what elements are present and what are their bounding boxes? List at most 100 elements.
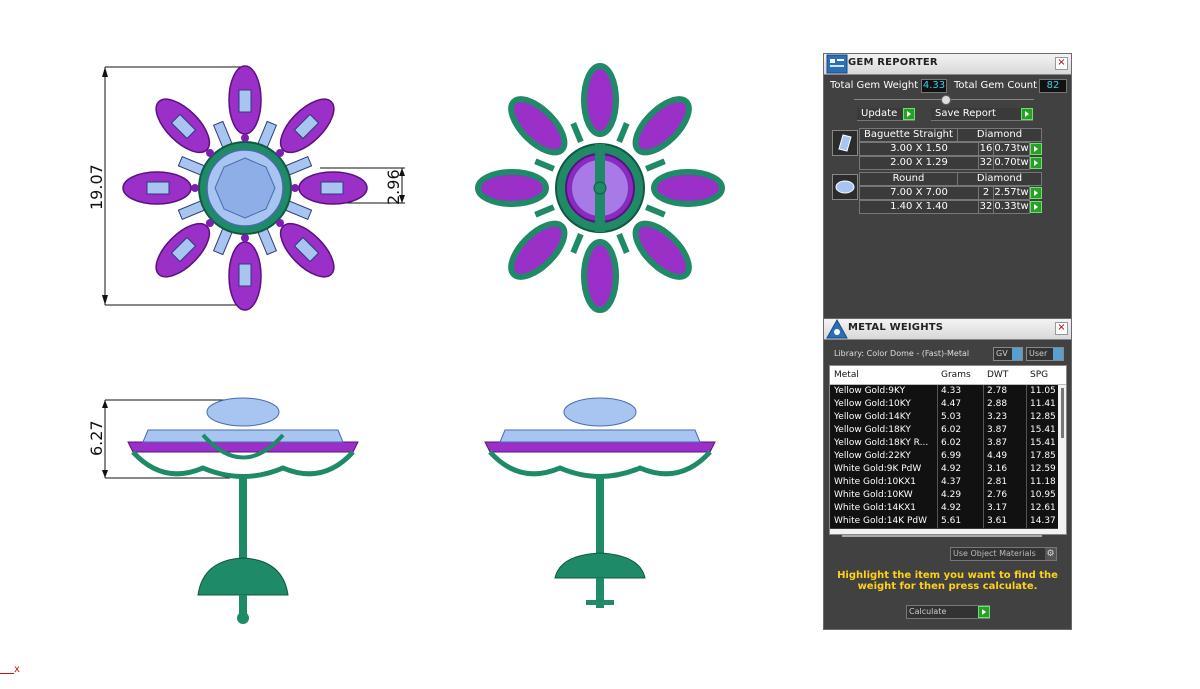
- table-row[interactable]: Yellow Gold:10KY 4.47 2.88 11.41: [830, 398, 1058, 412]
- gem-row-go-icon[interactable]: [1030, 201, 1042, 213]
- column-divider: [1026, 411, 1027, 424]
- save-report-go-icon[interactable]: [1021, 108, 1033, 120]
- total-gem-weight-label: Total Gem Weight: [830, 80, 919, 91]
- table-row[interactable]: Yellow Gold:22KY 6.99 4.49 17.85: [830, 450, 1058, 464]
- table-cell-dwt: 2.78: [987, 386, 1008, 396]
- table-cell-grams: 6.99: [941, 451, 962, 461]
- table-row[interactable]: Yellow Gold:18KY R... 6.02 3.87 15.41: [830, 437, 1058, 451]
- table-cell-metal: Yellow Gold:14KY: [834, 412, 911, 422]
- table-row[interactable]: Yellow Gold:9KY 4.33 2.78 11.05: [830, 385, 1058, 399]
- side-view-back[interactable]: [460, 390, 740, 630]
- gem-reporter-title: GEM REPORTER: [848, 57, 938, 68]
- table-cell-grams: 4.92: [941, 464, 962, 474]
- save-report-button[interactable]: Save Report: [931, 108, 1033, 121]
- table-row[interactable]: White Gold:10KW 4.29 2.76 10.95: [830, 489, 1058, 503]
- table-cell-dwt: 4.49: [987, 451, 1008, 461]
- horizontal-scrollbar[interactable]: [842, 535, 1042, 537]
- chevron-down-icon: [1053, 348, 1063, 360]
- gem-count-cell[interactable]: 2: [978, 186, 994, 200]
- total-gem-weight-value: 4.33: [921, 79, 947, 93]
- table-cell-grams: 5.61: [941, 516, 962, 526]
- baguette-gem-icon: [832, 130, 858, 156]
- gem-row-go-icon[interactable]: [1030, 143, 1042, 155]
- table-cell-spg: 15.41: [1030, 425, 1056, 435]
- slider-handle[interactable]: [941, 95, 951, 105]
- back-view[interactable]: [470, 60, 730, 320]
- column-header[interactable]: DWT: [987, 370, 1008, 380]
- gem-size-cell[interactable]: 2.00 X 1.29: [859, 156, 979, 170]
- metal-weights-title: METAL WEIGHTS: [848, 322, 944, 333]
- column-divider: [937, 450, 938, 463]
- user-select[interactable]: User: [1026, 347, 1064, 361]
- column-divider: [1026, 398, 1027, 411]
- gem-shape-cell[interactable]: Baguette Straight: [859, 128, 958, 142]
- gem-row-go-icon[interactable]: [1030, 187, 1042, 199]
- gem-count-cell[interactable]: 32: [978, 200, 994, 214]
- close-icon[interactable]: ×: [1055, 322, 1068, 335]
- gem-shape-cell[interactable]: Round: [859, 172, 958, 186]
- metal-table[interactable]: Metal Grams DWT SPG Yellow Gold:9KY 4.33 2…: [829, 365, 1067, 535]
- column-divider: [983, 489, 984, 502]
- table-cell-grams: 4.47: [941, 399, 962, 409]
- table-cell-metal: Yellow Gold:22KY: [834, 451, 911, 461]
- side-view-with-dimension[interactable]: 6.27: [80, 390, 380, 630]
- column-header[interactable]: Metal: [834, 370, 859, 380]
- table-cell-dwt: 3.16: [987, 464, 1008, 474]
- column-header[interactable]: Grams: [941, 370, 971, 380]
- gem-count-cell[interactable]: 32: [978, 156, 994, 170]
- gem-reporter-titlebar[interactable]: GEM REPORTER ×: [824, 54, 1071, 75]
- table-cell-dwt: 3.87: [987, 425, 1008, 435]
- table-cell-grams: 4.29: [941, 490, 962, 500]
- gem-count-cell[interactable]: 16: [978, 142, 994, 156]
- table-row[interactable]: Yellow Gold:14KY 5.03 3.23 12.85: [830, 411, 1058, 425]
- column-divider: [937, 502, 938, 515]
- column-header[interactable]: SPG: [1030, 370, 1048, 380]
- update-go-icon[interactable]: [903, 108, 915, 120]
- gem-size-cell[interactable]: 1.40 X 1.40: [859, 200, 979, 214]
- gem-size-cell[interactable]: 3.00 X 1.50: [859, 142, 979, 156]
- column-divider: [1026, 450, 1027, 463]
- column-divider: [983, 411, 984, 424]
- library-label: Library: Color Dome - (Fast)-Metal: [834, 349, 970, 358]
- use-object-materials-select[interactable]: Use Object Materials ⚙: [950, 547, 1057, 561]
- cad-viewport[interactable]: 19.07 2.96 6.27 x: [0, 0, 815, 689]
- table-row[interactable]: White Gold:14KX1 4.92 3.17 12.61: [830, 502, 1058, 516]
- column-divider: [937, 515, 938, 528]
- table-row[interactable]: White Gold:14K PdW 5.61 3.61 14.37: [830, 515, 1058, 529]
- table-row[interactable]: White Gold:10KX1 4.37 2.81 11.18: [830, 476, 1058, 490]
- table-cell-dwt: 3.17: [987, 503, 1008, 513]
- table-cell-grams: 5.03: [941, 412, 962, 422]
- gem-weight-cell[interactable]: 0.73tw: [993, 142, 1030, 156]
- gem-row-go-icon[interactable]: [1030, 157, 1042, 169]
- save-report-button-label: Save Report: [935, 108, 996, 119]
- table-cell-dwt: 3.23: [987, 412, 1008, 422]
- table-cell-dwt: 2.76: [987, 490, 1008, 500]
- close-icon[interactable]: ×: [1055, 57, 1068, 70]
- gear-icon[interactable]: ⚙: [1045, 548, 1056, 560]
- gem-weight-cell[interactable]: 0.70tw: [993, 156, 1030, 170]
- calculate-go-icon[interactable]: [978, 606, 990, 618]
- column-divider: [983, 424, 984, 437]
- table-row[interactable]: White Gold:9K PdW 4.92 3.16 12.59: [830, 463, 1058, 477]
- column-divider: [983, 476, 984, 489]
- table-cell-grams: 6.02: [941, 438, 962, 448]
- gv-select[interactable]: GV: [993, 347, 1023, 361]
- metal-weights-panel: METAL WEIGHTS × Library: Color Dome - (F…: [823, 318, 1072, 630]
- table-cell-spg: 11.18: [1030, 477, 1056, 487]
- vertical-scrollbar[interactable]: [1061, 388, 1064, 438]
- gem-reporter-logo-icon: [826, 54, 848, 74]
- chevron-down-icon: [1012, 348, 1022, 360]
- gem-reporter-panel: GEM REPORTER × Total Gem Weight 4.33 Tot…: [823, 53, 1072, 320]
- gem-material-cell[interactable]: Diamond: [957, 128, 1042, 142]
- top-view-with-dimensions[interactable]: 19.07 2.96: [80, 60, 420, 320]
- table-cell-grams: 6.02: [941, 425, 962, 435]
- gem-material-cell[interactable]: Diamond: [957, 172, 1042, 186]
- table-row[interactable]: Yellow Gold:18KY 6.02 3.87 15.41: [830, 424, 1058, 438]
- table-cell-metal: White Gold:9K PdW: [834, 464, 922, 474]
- metal-weights-titlebar[interactable]: METAL WEIGHTS ×: [824, 319, 1071, 340]
- table-cell-metal: Yellow Gold:18KY R...: [834, 438, 929, 448]
- gem-size-cell[interactable]: 7.00 X 7.00: [859, 186, 979, 200]
- gem-weight-cell[interactable]: 2.57tw: [993, 186, 1030, 200]
- gem-weight-cell[interactable]: 0.33tw: [993, 200, 1030, 214]
- table-cell-dwt: 2.88: [987, 399, 1008, 409]
